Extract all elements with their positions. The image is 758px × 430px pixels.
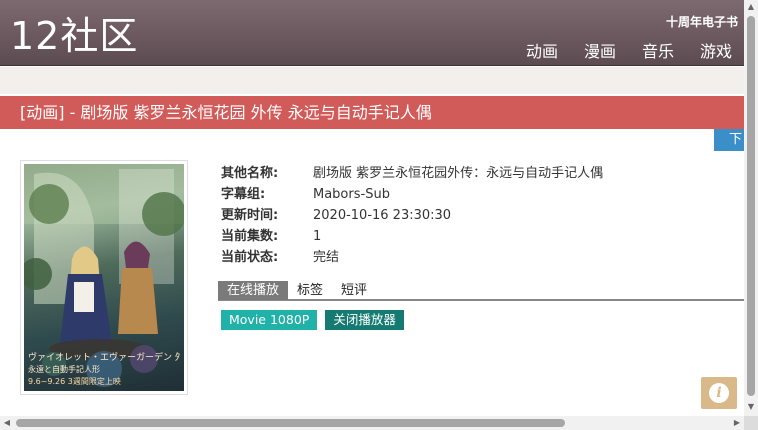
poster-subtitle-jp: 永遠と自動手記人形: [28, 365, 100, 374]
info-label: 字幕组:: [221, 187, 266, 202]
info-row-status: 当前状态: 完结: [221, 247, 603, 268]
info-row-episode-count: 当前集数: 1: [221, 226, 603, 247]
info-value: 剧场版 紫罗兰永恒花园外传：永远与自动手记人偶: [313, 166, 604, 181]
main-nav: 动画 漫画 音乐 游戏: [500, 38, 732, 62]
info-row-other-name: 其他名称: 剧场版 紫罗兰永恒花园外传：永远与自动手记人偶: [221, 163, 603, 184]
nav-games[interactable]: 游戏: [700, 38, 732, 62]
nav-music[interactable]: 音乐: [642, 38, 674, 62]
horizontal-scrollbar[interactable]: ◀ ▶: [0, 416, 744, 430]
info-icon: i: [709, 383, 729, 403]
anniversary-ebook-link[interactable]: 十周年电子书: [666, 13, 738, 30]
scroll-right-arrow-icon[interactable]: ▶: [732, 418, 742, 428]
info-value: 1: [313, 229, 322, 244]
info-label: 当前集数:: [221, 229, 279, 244]
horizontal-scroll-thumb[interactable]: [16, 419, 565, 427]
poster-title-jp: ヴァイオレット・エヴァーガーデン 外伝: [28, 353, 180, 363]
tab-tags[interactable]: 标签: [288, 281, 332, 300]
site-header: 12社区 十周年电子书 动画 漫画 音乐 游戏: [0, 0, 744, 66]
info-row-update-time: 更新时间: 2020-10-16 23:30:30: [221, 205, 603, 226]
info-label: 其他名称:: [221, 166, 279, 181]
nav-anime[interactable]: 动画: [526, 38, 558, 62]
info-value: 2020-10-16 23:30:30: [313, 208, 452, 223]
info-row-subgroup: 字幕组: Mabors-Sub: [221, 184, 603, 205]
info-value: 完结: [313, 250, 340, 265]
sub-bar: [0, 67, 744, 94]
poster-date-text: 9.6~9.26 3週間限定上映: [28, 377, 121, 386]
tab-reviews[interactable]: 短评: [332, 281, 376, 300]
page-title: [动画] - 剧场版 紫罗兰永恒花园 外传 永远与自动手记人偶: [0, 96, 744, 129]
logo-text: 社区: [60, 14, 139, 58]
info-list: 其他名称: 剧场版 紫罗兰永恒花园外传：永远与自动手记人偶 字幕组: Mabor…: [221, 163, 603, 268]
site-logo[interactable]: 12社区: [10, 13, 138, 59]
logo-number: 12: [10, 14, 61, 58]
scroll-left-arrow-icon[interactable]: ◀: [2, 418, 12, 428]
episode-buttons: Movie 1080P 关闭播放器: [221, 310, 404, 330]
info-button[interactable]: i: [701, 377, 737, 409]
scroll-up-arrow-icon[interactable]: ▲: [746, 2, 756, 12]
detail-tabs: 在线播放 标签 短评: [218, 281, 744, 301]
info-label: 当前状态:: [221, 250, 279, 265]
scrollbar-corner: [744, 416, 758, 430]
poster-image: ヴァイオレット・エヴァーガーデン 外伝 永遠と自動手記人形 9.6~9.26 3…: [24, 164, 184, 391]
episode-button[interactable]: Movie 1080P: [221, 310, 318, 330]
nav-manga[interactable]: 漫画: [584, 38, 616, 62]
info-label: 更新时间:: [221, 208, 279, 223]
scroll-down-arrow-icon[interactable]: ▼: [746, 402, 756, 412]
info-value: Mabors-Sub: [313, 187, 390, 202]
vertical-scrollbar[interactable]: ▲ ▼: [744, 0, 758, 416]
poster-frame: ヴァイオレット・エヴァーガーデン 外伝 永遠と自動手記人形 9.6~9.26 3…: [20, 160, 188, 395]
vertical-scroll-thumb[interactable]: [747, 16, 755, 396]
close-player-button[interactable]: 关闭播放器: [325, 310, 404, 330]
tab-online-play[interactable]: 在线播放: [218, 281, 289, 300]
download-tab[interactable]: 下: [714, 129, 744, 151]
